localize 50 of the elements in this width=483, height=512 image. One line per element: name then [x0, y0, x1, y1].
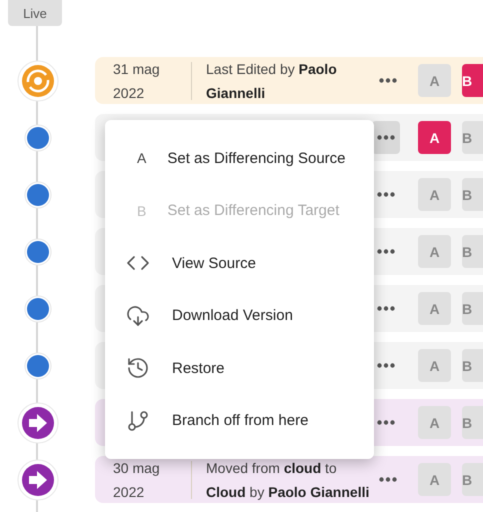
cloud-download-icon	[126, 304, 150, 328]
target-b-button[interactable]: B	[462, 64, 483, 97]
version-date: 30 mag 2022	[113, 458, 161, 502]
source-a-button[interactable]: A	[418, 178, 451, 211]
more-icon	[377, 363, 395, 368]
menu-item[interactable]: A Set as Differencing Source	[105, 132, 374, 184]
target-b-button[interactable]: B	[462, 121, 483, 154]
sync-node-icon	[16, 60, 58, 102]
letter-icon: A	[137, 150, 146, 166]
branch-icon	[126, 408, 150, 433]
target-b-button[interactable]: B	[462, 349, 483, 382]
version-card[interactable]: 31 mag 2022 Last Edited by Paolo Giannelli A B	[95, 57, 483, 104]
source-a-button[interactable]: A	[418, 406, 451, 439]
menu-item[interactable]: Restore	[105, 342, 374, 394]
more-icon	[377, 135, 395, 140]
version-description: Last Edited by Paolo Giannelli	[206, 60, 338, 102]
more-icon	[377, 249, 395, 254]
target-b-button[interactable]: B	[462, 178, 483, 211]
target-b-button[interactable]: B	[462, 292, 483, 325]
live-label: Live	[8, 0, 62, 26]
source-a-button[interactable]: A	[418, 64, 451, 97]
arrow-node-icon	[16, 402, 58, 444]
source-a-button[interactable]: A	[418, 235, 451, 268]
menu-item[interactable]: Download Version	[105, 290, 374, 342]
more-icon	[379, 78, 397, 83]
source-a-button[interactable]: A	[418, 121, 451, 154]
source-a-button[interactable]: A	[418, 349, 451, 382]
more-button[interactable]	[372, 121, 400, 154]
version-dot-icon	[24, 124, 52, 152]
version-dot-icon	[24, 238, 52, 266]
version-date: 31 mag 2022	[113, 60, 161, 102]
version-description: Moved from cloud to Cloud by Paolo Giannelli	[206, 458, 370, 502]
target-b-button[interactable]: B	[462, 463, 483, 496]
version-dot-icon	[24, 352, 52, 380]
arrow-node-icon	[16, 458, 58, 500]
menu-item[interactable]: View Source	[105, 237, 374, 290]
target-b-button[interactable]: B	[462, 406, 483, 439]
source-a-button[interactable]: A	[418, 463, 451, 496]
source-a-button[interactable]: A	[418, 292, 451, 325]
target-b-button[interactable]: B	[462, 235, 483, 268]
history-icon	[126, 356, 150, 380]
letter-icon: B	[137, 202, 146, 219]
menu-item[interactable]: Branch off from here	[105, 394, 374, 447]
more-icon	[377, 420, 395, 425]
more-icon	[377, 306, 395, 311]
version-card[interactable]: 30 mag 2022 Moved from cloud to Cloud by Paolo Giannelli A B	[95, 456, 483, 503]
version-dot-icon	[24, 180, 52, 208]
more-icon	[379, 477, 397, 482]
version-dot-icon	[24, 294, 52, 322]
more-icon	[377, 192, 395, 197]
